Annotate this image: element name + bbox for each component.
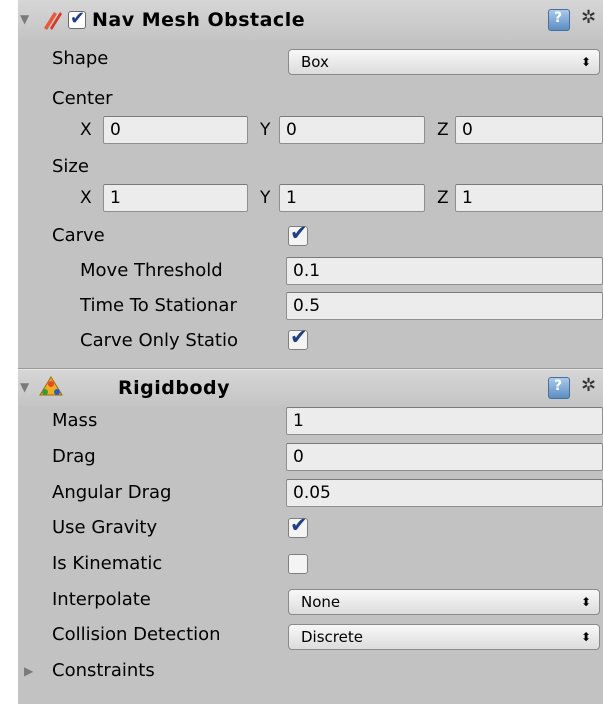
nav-mesh-obstacle-header[interactable]: ▼ ✔ Nav Mesh Obstacle ? ✲ [18,0,603,40]
dropdown-arrow-icon: ⬍ [580,630,591,644]
is-kinematic-checkbox[interactable] [288,554,308,574]
size-y-label[interactable]: Y [260,188,270,208]
help-book-icon[interactable]: ? [548,377,570,399]
mass-label: Mass [52,410,98,431]
constraints-foldout[interactable]: Constraints [52,660,155,681]
checkmark-icon: ✔ [290,221,308,245]
interpolate-label: Interpolate [52,589,151,610]
dropdown-arrow-icon: ⬍ [580,595,591,609]
foldout-open-icon[interactable]: ▼ [20,12,29,26]
checkmark-icon: ✔ [290,513,308,537]
angular-drag-label: Angular Drag [52,482,172,503]
drag-field[interactable]: 0 [286,443,603,471]
time-to-stationary-field[interactable]: 0.5 [286,292,603,320]
size-z-label[interactable]: Z [437,188,449,208]
mass-field[interactable]: 1 [286,407,603,435]
center-x-label[interactable]: X [80,120,92,140]
is-kinematic-label: Is Kinematic [52,553,163,574]
collision-detection-dropdown[interactable]: Discrete ⬍ [288,624,600,650]
move-threshold-label: Move Threshold [80,260,223,281]
size-x-label[interactable]: X [80,188,92,208]
size-y-field[interactable]: 1 [279,184,425,212]
size-x-field[interactable]: 1 [103,184,248,212]
component-title: Nav Mesh Obstacle [92,9,306,31]
angular-drag-field[interactable]: 0.05 [286,479,603,507]
carve-checkbox[interactable]: ✔ [288,221,308,246]
component-title: Rigidbody [118,377,230,399]
checkmark-icon: ✔ [290,325,308,349]
gear-icon[interactable]: ✲ [581,7,596,28]
checkmark-icon: ✔ [70,8,86,29]
rigidbody-header[interactable]: ▼ Rigidbody ? ✲ [18,368,603,407]
shape-value: Box [301,53,329,71]
center-z-label[interactable]: Z [437,120,449,140]
rigidbody-icon [39,376,63,396]
foldout-open-icon[interactable]: ▼ [20,380,29,394]
shape-dropdown[interactable]: Box ⬍ [288,49,600,75]
component-enabled-checkbox[interactable]: ✔ [68,8,86,29]
collision-detection-label: Collision Detection [52,624,221,645]
size-label: Size [52,156,89,177]
inspector-panel: ▼ ✔ Nav Mesh Obstacle ? ✲ Shape Box ⬍ Ce… [18,0,603,704]
foldout-closed-icon[interactable]: ▶ [24,664,33,678]
drag-label: Drag [52,446,96,467]
interpolate-value: None [301,593,341,611]
shape-label: Shape [52,48,109,69]
center-y-label[interactable]: Y [260,120,270,140]
dropdown-arrow-icon: ⬍ [580,55,591,69]
center-x-field[interactable]: 0 [103,116,248,144]
interpolate-dropdown[interactable]: None ⬍ [288,589,600,615]
center-z-field[interactable]: 0 [455,116,603,144]
nav-mesh-obstacle-icon [44,12,62,30]
carve-only-stationary-label: Carve Only Statio [80,330,238,351]
carve-only-stationary-checkbox[interactable]: ✔ [288,325,308,350]
collision-detection-value: Discrete [301,628,363,646]
gear-icon[interactable]: ✲ [581,375,596,396]
center-label: Center [52,88,113,109]
size-z-field[interactable]: 1 [455,184,603,212]
time-to-stationary-label: Time To Stationar [80,295,237,316]
move-threshold-field[interactable]: 0.1 [286,257,603,285]
use-gravity-checkbox[interactable]: ✔ [288,513,308,538]
center-y-field[interactable]: 0 [279,116,425,144]
help-book-icon[interactable]: ? [548,9,570,31]
use-gravity-label: Use Gravity [52,517,158,538]
carve-label: Carve [52,225,105,246]
